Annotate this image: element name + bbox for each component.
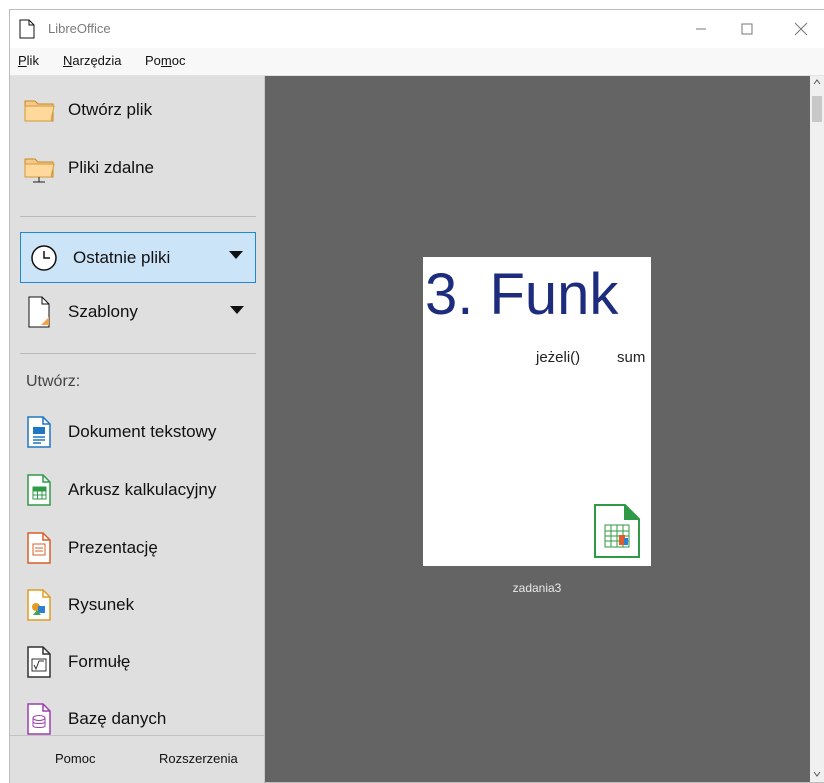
calc-label: Arkusz kalkulacyjny: [68, 480, 217, 499]
maximize-icon: [741, 23, 753, 35]
menu-file[interactable]: Plik: [18, 53, 39, 68]
clock-icon: [27, 241, 61, 275]
draw-label: Rysunek: [68, 595, 135, 614]
scrollbar-thumb[interactable]: [812, 96, 822, 122]
recent-files-label: Ostatnie pliki: [73, 247, 171, 267]
math-label: Formułę: [68, 652, 131, 671]
minimize-icon: [696, 28, 706, 30]
window-title: LibreOffice: [48, 21, 111, 36]
menu-tools[interactable]: Narzędzia: [63, 53, 122, 68]
base-label: Bazę danych: [68, 709, 167, 728]
extensions-button[interactable]: Rozszerzenia: [159, 751, 238, 766]
template-icon: [22, 295, 56, 329]
thumbnail-title: 3. Funk: [425, 262, 619, 327]
create-calc-button[interactable]: Arkusz kalkulacyjny: [22, 466, 256, 514]
recent-file-thumbnail[interactable]: 3. Funk jeżeli() sum: [423, 257, 651, 566]
chevron-down-icon: [229, 251, 243, 259]
maximize-button[interactable]: [724, 10, 770, 48]
scroll-down-icon[interactable]: [813, 770, 821, 778]
recent-file-name: zadania3: [512, 581, 562, 595]
math-formula-icon: [22, 645, 56, 679]
create-impress-button[interactable]: Prezentację: [22, 524, 256, 572]
remote-files-label: Pliki zdalne: [68, 158, 154, 177]
recent-files-button[interactable]: Ostatnie pliki: [20, 232, 256, 283]
thumbnail-subtitle-left: jeżeli(): [536, 349, 581, 366]
close-button[interactable]: [778, 10, 824, 48]
recent-files-area: 3. Funk jeżeli() sum zadania3: [265, 76, 810, 782]
create-math-button[interactable]: Formułę: [22, 638, 256, 686]
start-center-sidebar: Otwórz plik Pliki zdalne Ostatnie pliki …: [10, 76, 265, 783]
menu-help[interactable]: Pomoc: [145, 53, 185, 68]
sidebar-divider: [20, 353, 256, 354]
remote-folder-icon: [22, 151, 56, 185]
draw-drawing-icon: [22, 588, 56, 622]
close-icon: [794, 22, 808, 36]
libreoffice-app-icon: [19, 19, 35, 39]
title-bar: LibreOffice: [10, 10, 824, 48]
folder-open-icon: [22, 93, 56, 127]
impress-label: Prezentację: [68, 538, 158, 557]
writer-label: Dokument tekstowy: [68, 422, 217, 441]
calc-spreadsheet-icon: [591, 501, 643, 561]
templates-button[interactable]: Szablony: [22, 288, 256, 336]
sidebar-bottom-bar: Pomoc Rozszerzenia: [10, 735, 264, 783]
chevron-down-icon: [230, 306, 244, 314]
base-database-icon: [22, 702, 56, 736]
impress-presentation-icon: [22, 531, 56, 565]
create-draw-button[interactable]: Rysunek: [22, 581, 256, 629]
calc-spreadsheet-icon: [22, 473, 56, 507]
menu-bar: Plik Narzędzia Pomoc: [10, 48, 824, 76]
minimize-button[interactable]: [678, 10, 724, 48]
remote-files-button[interactable]: Pliki zdalne: [22, 144, 256, 192]
scroll-up-icon[interactable]: [813, 78, 821, 86]
help-button[interactable]: Pomoc: [55, 751, 95, 766]
sidebar-divider: [20, 216, 256, 217]
vertical-scrollbar[interactable]: [810, 76, 824, 782]
libreoffice-window: LibreOffice Plik Narzędzia Pomoc Otwórz …: [10, 10, 824, 783]
create-writer-button[interactable]: Dokument tekstowy: [22, 408, 256, 456]
thumbnail-subtitle-right: sum: [617, 349, 646, 366]
templates-label: Szablony: [68, 302, 138, 321]
writer-document-icon: [22, 415, 56, 449]
create-label: Utwórz:: [26, 373, 81, 390]
open-file-label: Otwórz plik: [68, 100, 153, 119]
open-file-button[interactable]: Otwórz plik: [22, 86, 256, 134]
